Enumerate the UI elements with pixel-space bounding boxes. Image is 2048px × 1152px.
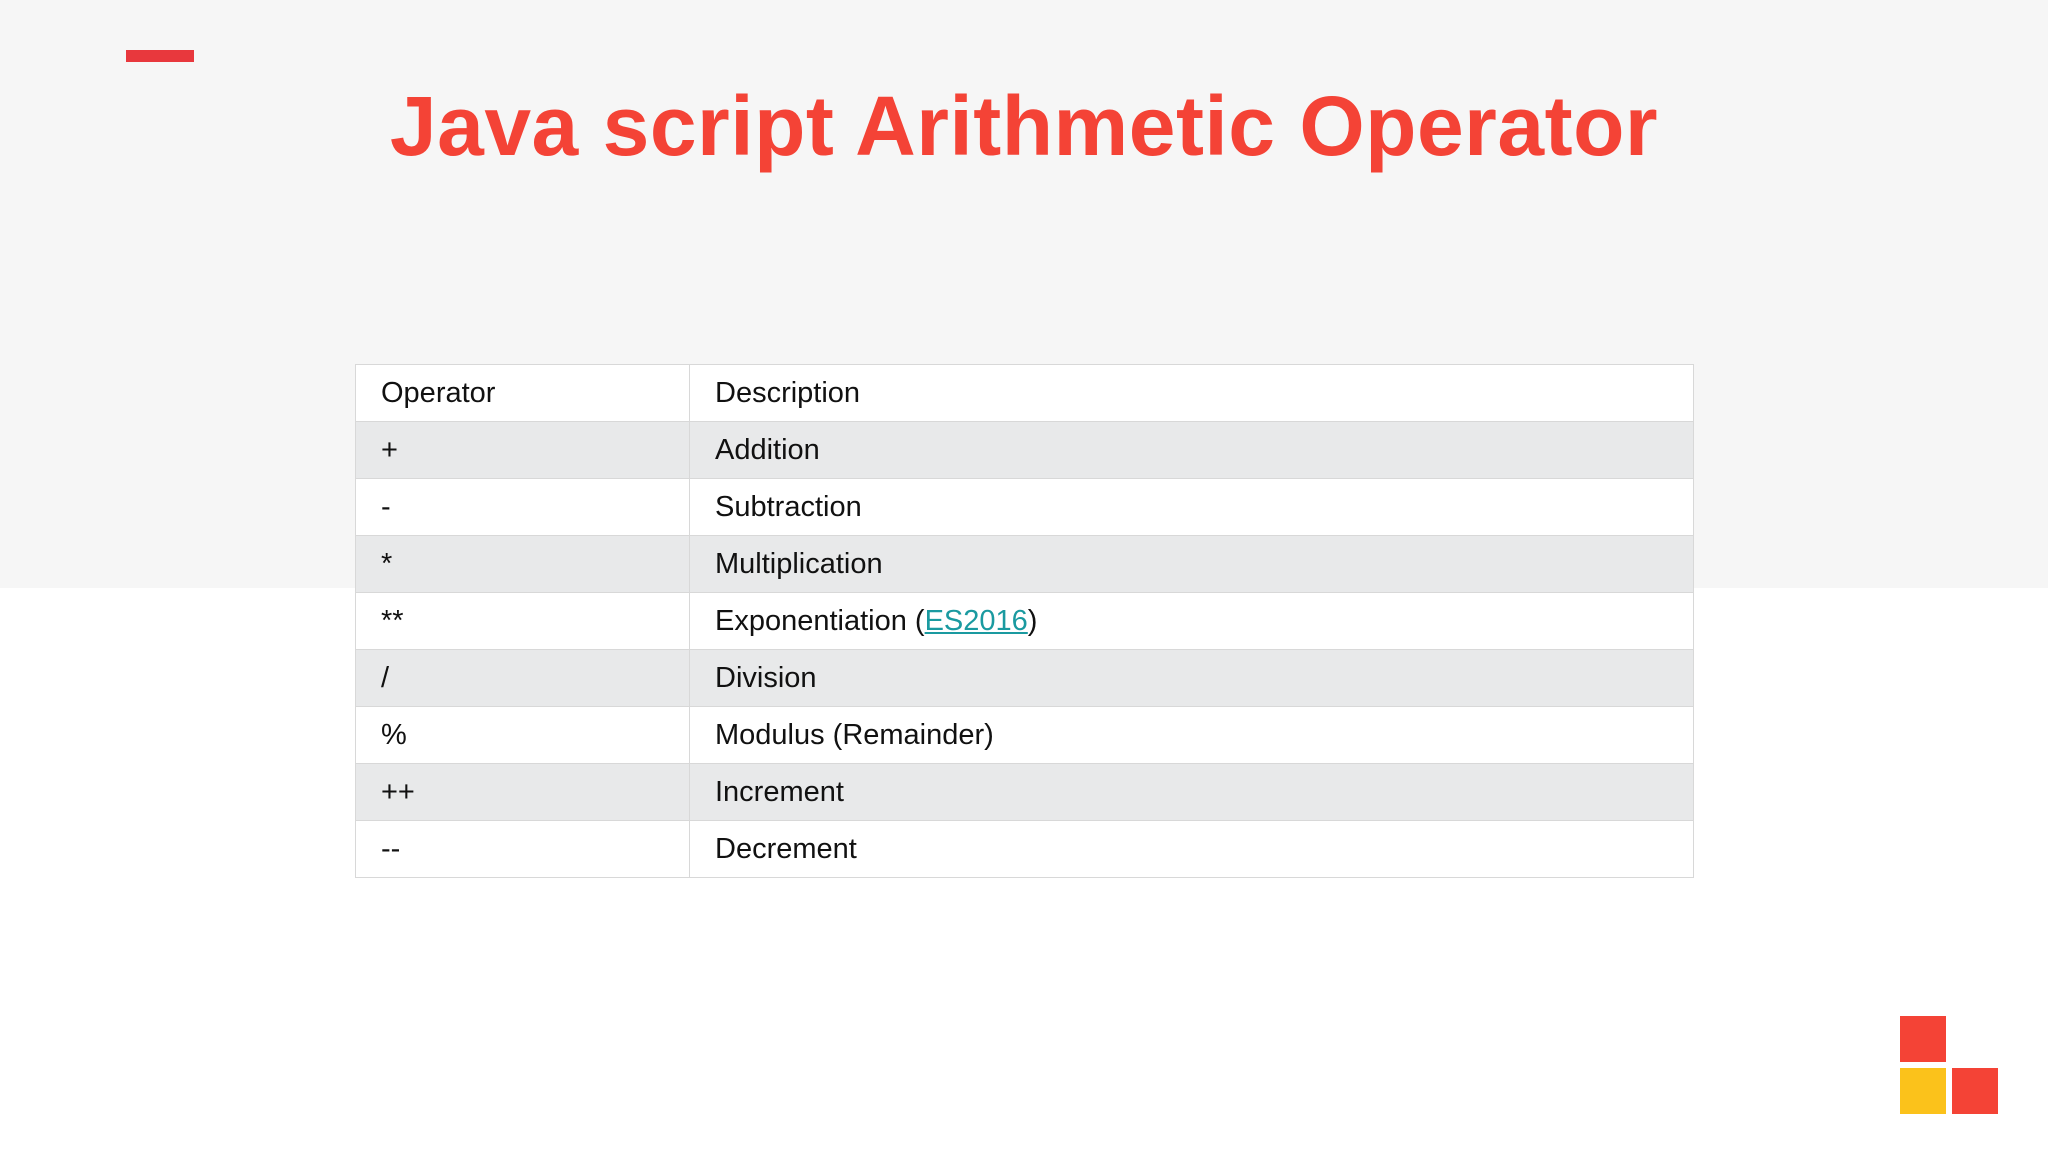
slide-title: Java script Arithmetic Operator [389, 79, 1659, 173]
table-row: * Multiplication [355, 535, 1694, 593]
table-header-row: Operator Description [355, 364, 1694, 422]
description-cell: Modulus (Remainder) [689, 706, 1694, 764]
description-cell: Division [689, 649, 1694, 707]
operator-cell: ** [355, 592, 690, 650]
description-text: Exponentiation ( [715, 604, 925, 637]
header-description: Description [689, 364, 1694, 422]
table-row: ++ Increment [355, 763, 1694, 821]
operator-cell: * [355, 535, 690, 593]
table-row: % Modulus (Remainder) [355, 706, 1694, 764]
logo-square-yellow [1900, 1068, 1946, 1114]
header-operator: Operator [355, 364, 690, 422]
operator-cell: + [355, 421, 690, 479]
description-text-suffix: ) [1027, 604, 1038, 637]
table-row: - Subtraction [355, 478, 1694, 536]
operator-cell: ++ [355, 763, 690, 821]
description-cell: Decrement [689, 820, 1694, 878]
accent-bar [126, 50, 194, 62]
operator-cell: / [355, 649, 690, 707]
operator-table-container: Operator Description + Addition - Subtra… [355, 364, 1694, 878]
table-row: -- Decrement [355, 820, 1694, 878]
description-cell: Addition [689, 421, 1694, 479]
description-cell: Exponentiation (ES2016) [689, 592, 1694, 650]
brand-logo [1900, 1016, 2000, 1116]
table-row: / Division [355, 649, 1694, 707]
operator-cell: % [355, 706, 690, 764]
table-row: ** Exponentiation (ES2016) [355, 592, 1694, 650]
operator-cell: - [355, 478, 690, 536]
table-row: + Addition [355, 421, 1694, 479]
operator-table: Operator Description + Addition - Subtra… [355, 364, 1694, 878]
logo-square-red-top [1900, 1016, 1946, 1062]
logo-square-red-bottom [1952, 1068, 1998, 1114]
operator-cell: -- [355, 820, 690, 878]
description-cell: Subtraction [689, 478, 1694, 536]
es2016-link[interactable]: ES2016 [925, 605, 1028, 637]
description-cell: Increment [689, 763, 1694, 821]
description-cell: Multiplication [689, 535, 1694, 593]
